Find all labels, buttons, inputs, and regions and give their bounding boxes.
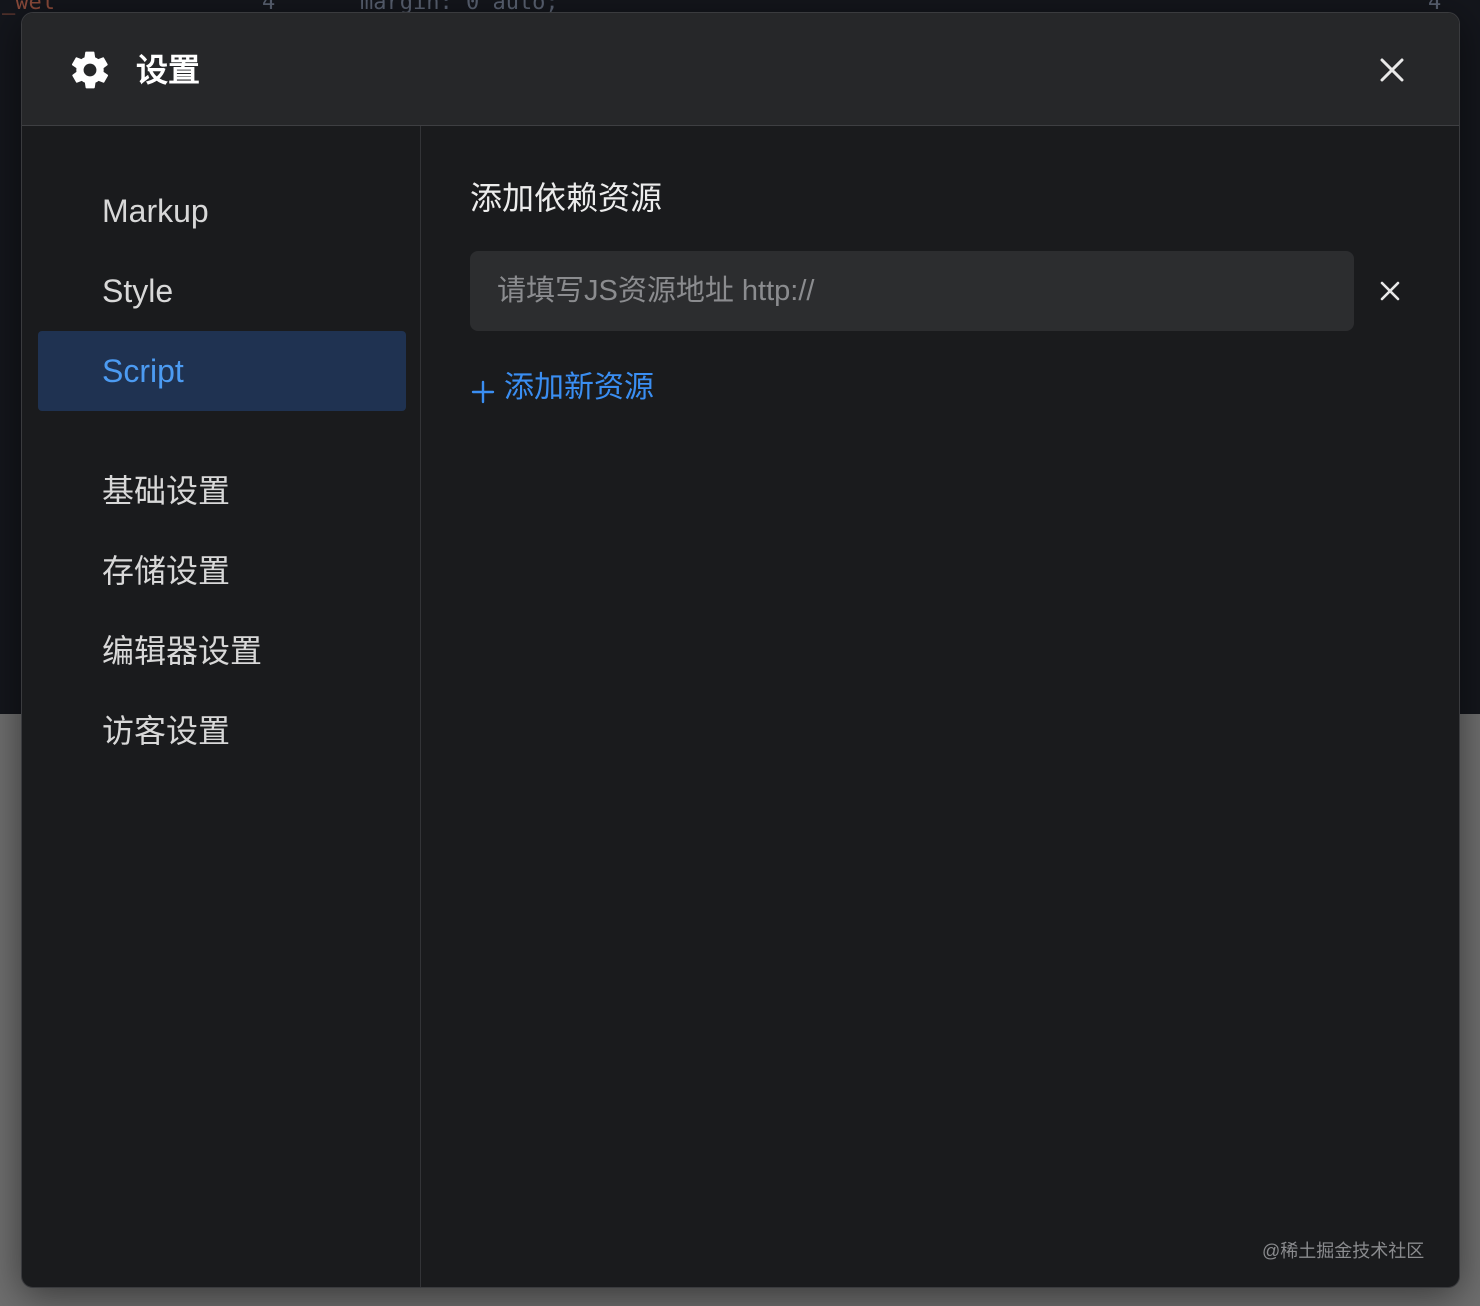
add-resource-button[interactable]: 添加新资源	[470, 366, 654, 410]
settings-dialog: 设置 Markup Style Script 基础设置 存储设置 编辑器设置 访…	[21, 12, 1460, 1288]
dialog-header: 设置	[22, 13, 1459, 126]
sidebar-item-style[interactable]: Style	[38, 251, 406, 331]
watermark: @稀土掘金技术社区	[1262, 1241, 1425, 1261]
sidebar-item-storage-settings[interactable]: 存储设置	[38, 531, 406, 611]
dialog-title: 设置	[136, 52, 201, 88]
sidebar-item-markup[interactable]: Markup	[38, 171, 406, 251]
sidebar-item-script[interactable]: Script	[38, 331, 406, 411]
sidebar-item-label: 编辑器设置	[102, 633, 263, 669]
sidebar-item-label: Script	[102, 353, 184, 389]
section-title: 添加依赖资源	[470, 180, 663, 216]
gear-icon	[68, 48, 112, 92]
sidebar-item-label: 访客设置	[102, 713, 231, 749]
sidebar-item-label: 存储设置	[102, 553, 231, 589]
close-icon[interactable]	[1373, 274, 1407, 308]
sidebar-item-label: Style	[102, 273, 174, 309]
plus-icon	[470, 374, 496, 404]
resource-url-input[interactable]	[470, 251, 1354, 331]
settings-content: 添加依赖资源 添加新资源	[421, 126, 1459, 1287]
sidebar-item-label: 基础设置	[102, 473, 231, 509]
background-code-line: _wel 4 margin: 0 auto; 4	[0, 0, 1480, 15]
sidebar-item-editor-settings[interactable]: 编辑器设置	[38, 611, 406, 691]
sidebar-item-basic-settings[interactable]: 基础设置	[38, 451, 406, 531]
settings-sidebar: Markup Style Script 基础设置 存储设置 编辑器设置 访客设置	[22, 126, 421, 1287]
add-resource-label: 添加新资源	[504, 371, 654, 404]
close-icon[interactable]	[1372, 50, 1412, 90]
sidebar-item-visitor-settings[interactable]: 访客设置	[38, 691, 406, 771]
sidebar-item-label: Markup	[102, 193, 209, 229]
